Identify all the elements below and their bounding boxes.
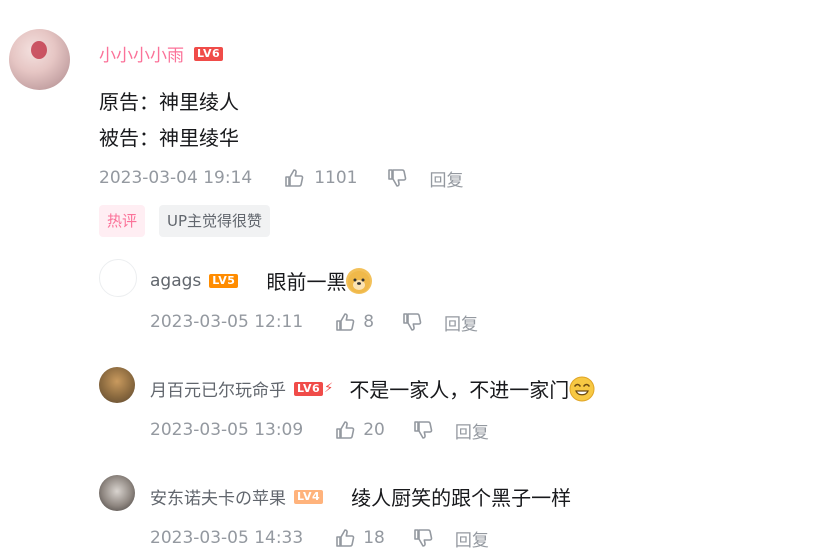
reply-time: 2023-03-05 12:11 [150, 312, 304, 332]
thumb-up-icon[interactable] [335, 312, 355, 332]
reply-username[interactable]: 月百元已尔玩命乎 [150, 376, 286, 401]
thumb-down-icon[interactable] [413, 528, 433, 548]
reply-button[interactable]: 回复 [444, 310, 478, 335]
lightning-icon: ⚡ [324, 381, 334, 396]
comment-meta: 2023-03-04 19:14 1101 回复 [99, 165, 463, 191]
reply-avatar[interactable] [99, 259, 137, 297]
reply-avatar[interactable] [99, 367, 135, 403]
level-badge: LV5 [209, 273, 239, 288]
reply-avatar[interactable] [99, 475, 135, 511]
thumb-up-icon[interactable] [284, 168, 304, 188]
comment-line: 原告：神里绫人 [99, 90, 239, 114]
reply-button[interactable]: 回复 [429, 166, 463, 191]
smile-emoji [569, 376, 595, 402]
user-avatar[interactable] [9, 29, 70, 90]
thumb-down-icon[interactable] [387, 168, 407, 188]
reply-time: 2023-03-05 13:09 [150, 420, 304, 440]
reply-time: 2023-03-05 14:33 [150, 528, 304, 548]
reply-username[interactable]: 安东诺夫卡の苹果 [150, 484, 286, 509]
thumb-down-icon[interactable] [402, 312, 422, 332]
comment-line: 被告：神里绫华 [99, 126, 239, 150]
level-badge: LV6 [194, 46, 224, 61]
reply-username[interactable]: agags [150, 271, 201, 291]
hot-comment-tag: 热评 [99, 205, 146, 237]
up-liked-tag: UP主觉得很赞 [159, 205, 271, 237]
level-badge: LV4 [294, 489, 324, 504]
comment-tags: 热评 UP主觉得很赞 [99, 205, 271, 237]
like-count: 18 [363, 528, 385, 548]
thumb-up-icon[interactable] [335, 420, 355, 440]
thumb-down-icon[interactable] [413, 420, 433, 440]
comment-time: 2023-03-04 19:14 [99, 168, 253, 188]
username[interactable]: 小小小小雨 [99, 41, 184, 66]
reply-content: 眼前一黑 [266, 270, 347, 294]
reply-meta: 2023-03-05 13:09 20 回复 [150, 417, 489, 443]
reply-button[interactable]: 回复 [455, 526, 489, 551]
like-count: 8 [363, 312, 375, 332]
doge-emoji [346, 267, 373, 294]
reply-content: 不是一家人，不进一家门 [349, 378, 570, 402]
reply-button[interactable]: 回复 [455, 418, 489, 443]
level-badge: LV6 [294, 381, 324, 396]
reply-meta: 2023-03-05 14:33 18 回复 [150, 525, 489, 551]
comment-content: 原告：神里绫人 被告：神里绫华 [99, 84, 239, 156]
reply-content: 绫人厨笑的跟个黑子一样 [351, 486, 572, 510]
thumb-up-icon[interactable] [335, 528, 355, 548]
reply-meta: 2023-03-05 12:11 8 回复 [150, 309, 478, 335]
like-count: 1101 [314, 168, 358, 188]
like-count: 20 [363, 420, 385, 440]
